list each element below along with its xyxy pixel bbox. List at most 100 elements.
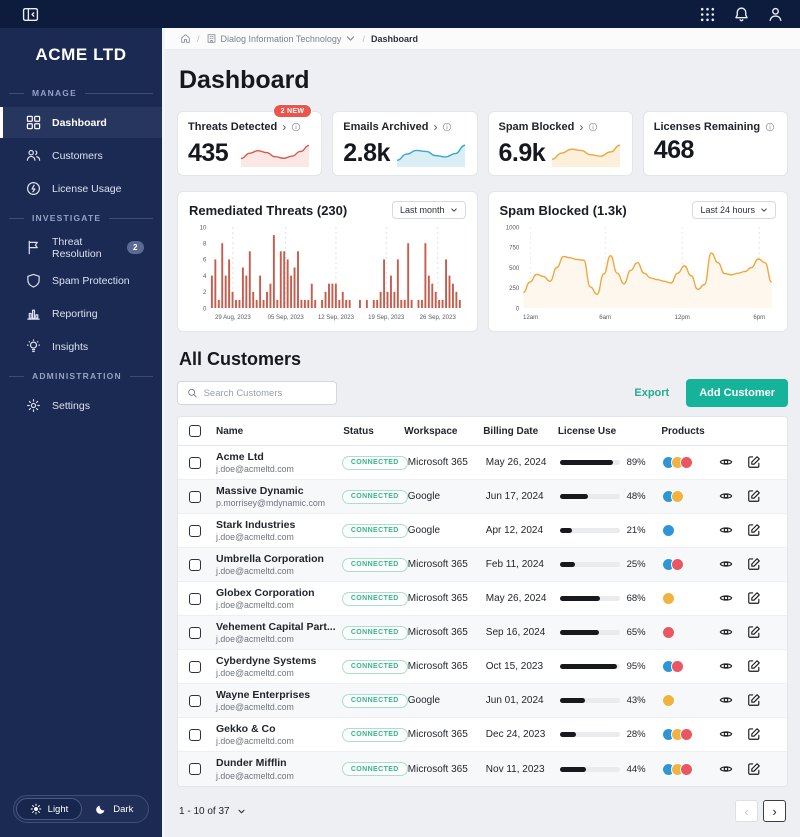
stat-card-value: 468 [653, 136, 695, 164]
chevron-right-icon[interactable]: › [579, 121, 583, 133]
customer-email: j.doe@acmeltd.com [216, 770, 294, 781]
view-customer-button[interactable] [719, 455, 735, 470]
svg-text:1000: 1000 [505, 224, 519, 231]
edit-customer-button[interactable] [747, 591, 763, 606]
stat-card-label: Threats Detected [188, 121, 278, 133]
insights-icon [26, 339, 41, 354]
user-icon[interactable] [767, 6, 784, 23]
theme-toggle: Light Dark [12, 795, 150, 823]
sidebar-item-dashboard[interactable]: Dashboard [0, 107, 162, 138]
sidebar-item-spam-protection[interactable]: Spam Protection [0, 265, 162, 296]
apps-grid-icon[interactable] [699, 6, 716, 23]
bell-icon[interactable] [733, 6, 750, 23]
chevron-right-icon[interactable]: › [282, 121, 286, 133]
customer-email: j.doe@acmeltd.com [216, 566, 294, 577]
reporting-icon [26, 306, 41, 321]
license-use-cell: 21% [559, 525, 662, 536]
edit-customer-button[interactable] [747, 489, 763, 504]
customer-name-cell: Cyberdyne Systems j.doe@acmeltd.com [216, 655, 342, 679]
view-customer-button[interactable] [719, 693, 735, 708]
page-info[interactable]: 1 - 10 of 37 [179, 806, 246, 817]
license-use-percent: 43% [626, 695, 646, 706]
view-customer-button[interactable] [719, 625, 735, 640]
chevron-down-icon [760, 206, 768, 214]
breadcrumb-org[interactable]: Dialog Information Technology [206, 33, 357, 44]
edit-customer-button[interactable] [747, 523, 763, 538]
view-customer-button[interactable] [719, 557, 735, 572]
license-use-percent: 65% [626, 627, 646, 638]
sidebar-item-insights[interactable]: Insights [0, 331, 162, 362]
flag-icon [26, 240, 41, 255]
edit-customer-button[interactable] [747, 727, 763, 742]
select-all-checkbox[interactable] [189, 425, 201, 437]
sidebar-item-reporting[interactable]: Reporting [0, 298, 162, 329]
workspace-value: Google [407, 491, 441, 502]
export-button[interactable]: Export [634, 387, 669, 399]
view-customer-button[interactable] [719, 489, 735, 504]
product-dot-orange [661, 592, 675, 605]
edit-customer-button[interactable] [747, 455, 763, 470]
svg-text:250: 250 [509, 285, 520, 292]
view-customer-button[interactable] [719, 523, 735, 538]
sidebar-item-settings[interactable]: Settings [0, 390, 162, 421]
sidebar-item-customers[interactable]: Customers [0, 140, 162, 171]
range-selector[interactable]: Last 24 hours [692, 201, 776, 219]
row-checkbox[interactable] [189, 660, 201, 673]
row-checkbox[interactable] [189, 524, 201, 537]
license-use-percent: 28% [626, 729, 646, 740]
product-dot-orange [670, 490, 684, 503]
row-checkbox[interactable] [189, 694, 201, 707]
next-page-button[interactable]: › [763, 800, 786, 822]
home-icon[interactable] [180, 33, 191, 44]
theme-light-button[interactable]: Light [15, 798, 83, 820]
product-dot-red [661, 626, 675, 639]
license-use-percent: 48% [626, 491, 646, 502]
row-checkbox[interactable] [189, 490, 201, 503]
chevron-down-icon [345, 33, 356, 44]
row-checkbox[interactable] [189, 456, 201, 469]
collapse-sidebar-icon[interactable] [22, 6, 39, 23]
edit-customer-button[interactable] [747, 659, 763, 674]
edit-customer-button[interactable] [747, 557, 763, 572]
license-progress-bar [559, 732, 620, 737]
customer-name: Massive Dynamic [216, 484, 304, 497]
edit-customer-button[interactable] [747, 625, 763, 640]
search-icon [187, 387, 198, 399]
workspace-value: Microsoft 365 [407, 627, 468, 638]
row-checkbox[interactable] [189, 763, 201, 775]
shield-icon [26, 273, 41, 288]
workspace-value: Microsoft 365 [407, 457, 468, 468]
info-icon [588, 122, 598, 132]
sidebar-item-license-usage[interactable]: License Usage [0, 173, 162, 204]
edit-customer-button[interactable] [747, 762, 763, 777]
sidebar-item-threat-resolution[interactable]: Threat Resolution 2 [0, 232, 162, 263]
dashboard-icon [26, 115, 41, 130]
view-customer-button[interactable] [719, 762, 735, 777]
customer-name-cell: Gekko & Co j.doe@acmeltd.com [216, 723, 342, 747]
product-dot-red [670, 558, 684, 571]
billing-date-value: Sep 16, 2024 [485, 627, 546, 638]
range-selector[interactable]: Last month [391, 201, 466, 219]
theme-dark-button[interactable]: Dark [82, 799, 146, 819]
view-customer-button[interactable] [719, 591, 735, 606]
customer-email: j.doe@acmeltd.com [216, 668, 294, 679]
chevron-down-icon [450, 206, 458, 214]
add-customer-button[interactable]: Add Customer [686, 379, 788, 407]
row-checkbox[interactable] [189, 558, 201, 571]
customer-name-cell: Stark Industries j.doe@acmeltd.com [216, 519, 342, 543]
row-checkbox[interactable] [189, 592, 201, 605]
table-row: Dunder Mifflin j.doe@acmeltd.com CONNECTED… [178, 752, 787, 786]
workspace-value: Microsoft 365 [407, 729, 468, 740]
edit-customer-button[interactable] [747, 693, 763, 708]
chevron-right-icon[interactable]: › [433, 121, 437, 133]
customer-email: j.doe@acmeltd.com [216, 634, 294, 645]
info-icon [442, 122, 452, 132]
customer-email: j.doe@acmeltd.com [216, 464, 294, 475]
customer-name: Stark Industries [216, 518, 296, 531]
view-customer-button[interactable] [719, 727, 735, 742]
view-customer-button[interactable] [719, 659, 735, 674]
row-checkbox[interactable] [189, 728, 201, 741]
prev-page-button[interactable]: ‹ [735, 800, 758, 822]
search-input[interactable] [203, 387, 327, 399]
row-checkbox[interactable] [189, 626, 201, 639]
